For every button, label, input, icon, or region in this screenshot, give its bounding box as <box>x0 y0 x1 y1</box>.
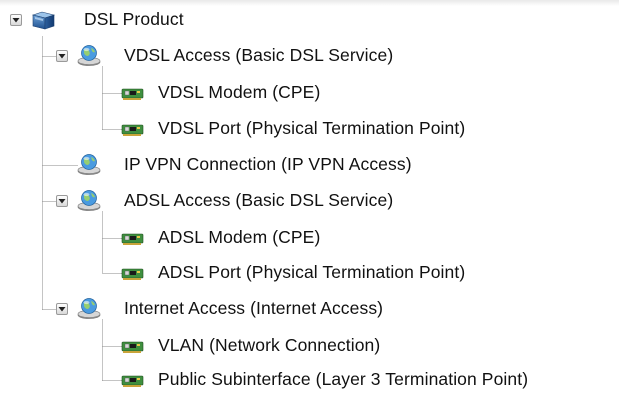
tree-node-adsl-modem[interactable]: ADSL Modem (CPE) <box>120 222 322 254</box>
network-card-icon <box>120 116 146 142</box>
network-card-icon <box>120 367 146 393</box>
tree-node-label: IP VPN Connection (IP VPN Access) <box>124 154 412 175</box>
network-service-globe-icon <box>76 42 102 68</box>
collapse-toggle[interactable] <box>56 303 68 315</box>
tree-node-dsl-product[interactable]: DSL Product <box>10 4 186 36</box>
network-card-icon <box>120 260 146 286</box>
network-card-icon <box>120 80 146 106</box>
tree-node-label: ADSL Access (Basic DSL Service) <box>124 190 394 211</box>
tree-node-label: ADSL Port (Physical Termination Point) <box>158 262 466 283</box>
tree-node-vdsl-access[interactable]: VDSL Access (Basic DSL Service) <box>56 40 395 72</box>
tree-node-label: Internet Access (Internet Access) <box>124 298 384 319</box>
collapse-toggle[interactable] <box>56 50 68 62</box>
product-box-icon <box>30 7 56 33</box>
tree-node-adsl-port[interactable]: ADSL Port (Physical Termination Point) <box>120 257 467 289</box>
collapse-toggle[interactable] <box>56 195 68 207</box>
tree-node-label: VDSL Modem (CPE) <box>158 82 321 103</box>
tree-node-internet-access[interactable]: Internet Access (Internet Access) <box>56 293 385 325</box>
tree-node-label: VDSL Port (Physical Termination Point) <box>158 118 466 139</box>
network-card-icon <box>120 333 146 359</box>
tree-node-vdsl-port[interactable]: VDSL Port (Physical Termination Point) <box>120 113 467 145</box>
network-service-globe-icon <box>76 187 102 213</box>
tree-node-adsl-access[interactable]: ADSL Access (Basic DSL Service) <box>56 185 395 217</box>
tree-node-label: VDSL Access (Basic DSL Service) <box>124 45 394 66</box>
tree-node-label: VLAN (Network Connection) <box>158 335 381 356</box>
product-tree: DSL Product VDSL Access (Basic DSL Servi… <box>0 0 619 392</box>
tree-node-vlan[interactable]: VLAN (Network Connection) <box>120 330 382 362</box>
tree-node-label: ADSL Modem (CPE) <box>158 227 321 248</box>
tree-node-label: DSL Product <box>84 9 184 30</box>
tree-node-public-subinterface[interactable]: Public Subinterface (Layer 3 Termination… <box>120 364 530 396</box>
tree-node-ip-vpn-connection[interactable]: IP VPN Connection (IP VPN Access) <box>76 149 414 181</box>
collapse-toggle[interactable] <box>10 14 22 26</box>
network-card-icon <box>120 225 146 251</box>
tree-node-label: Public Subinterface (Layer 3 Termination… <box>158 369 529 390</box>
tree-node-vdsl-modem[interactable]: VDSL Modem (CPE) <box>120 77 322 109</box>
network-service-globe-icon <box>76 295 102 321</box>
network-service-globe-icon <box>76 151 102 177</box>
